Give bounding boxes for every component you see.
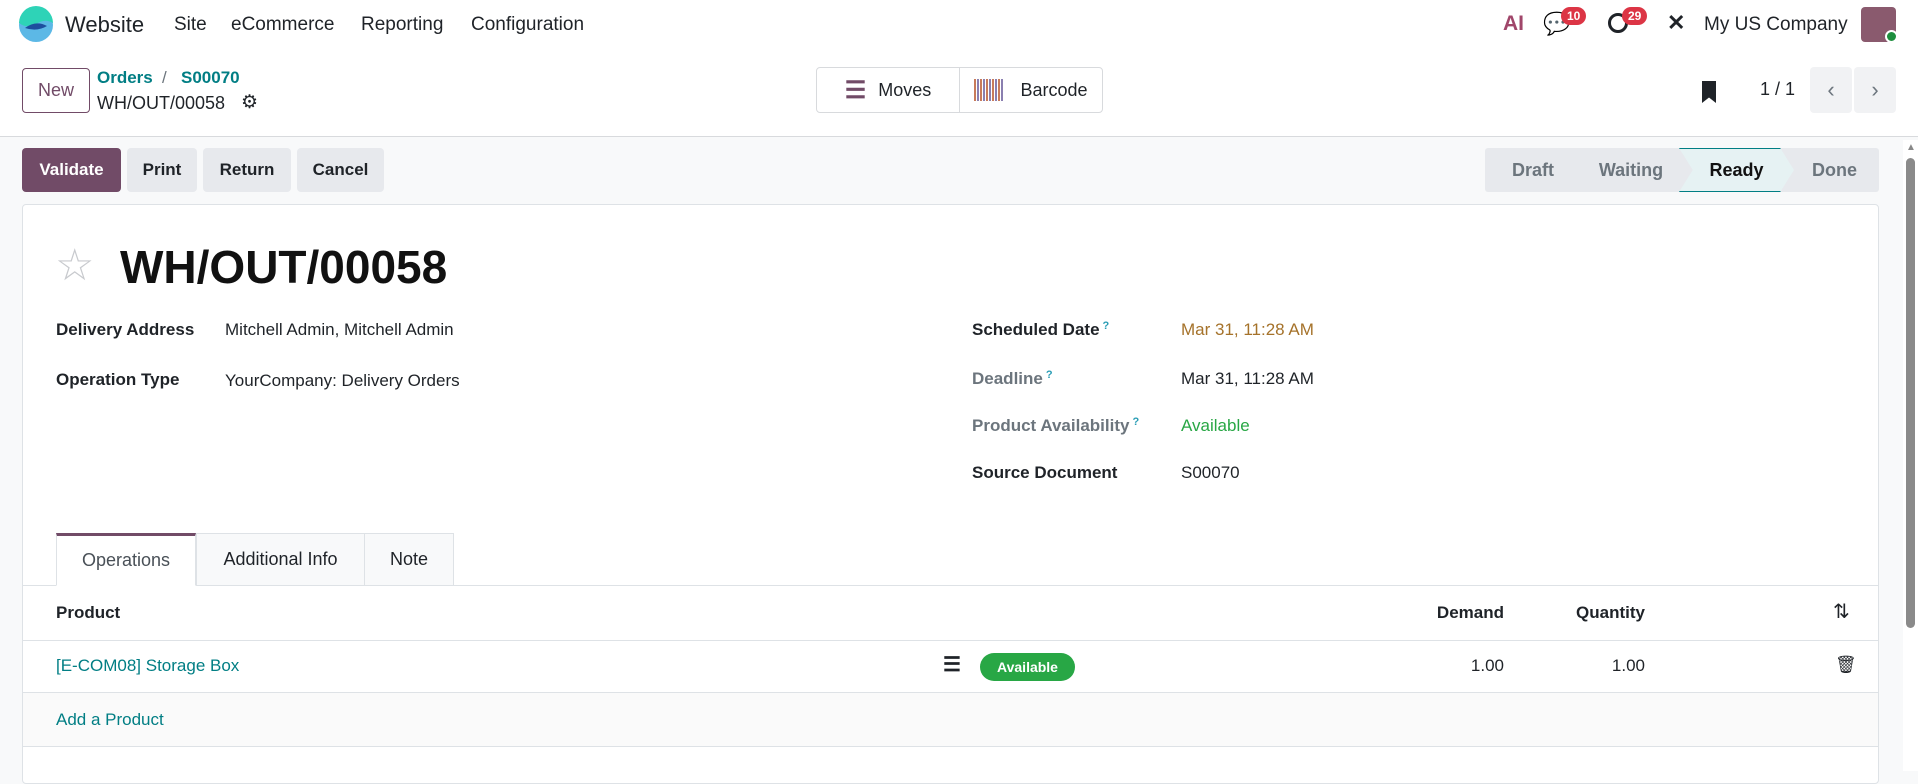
deadline-label: Deadline?	[972, 369, 1053, 389]
bookmark-icon[interactable]	[1702, 81, 1716, 103]
validate-button[interactable]: Validate	[22, 148, 121, 192]
debug-tools-icon[interactable]: ✕	[1667, 10, 1685, 36]
source-document-label: Source Document	[972, 463, 1118, 482]
product-availability-label: Product Availability?	[972, 416, 1139, 436]
control-panel: New Orders / S00070 WH/OUT/00058 ⚙ ☰ Mov…	[0, 51, 1918, 137]
tab-additional-info[interactable]: Additional Info	[196, 533, 365, 586]
product-link[interactable]: [E-COM08] Storage Box	[56, 656, 239, 676]
operation-type-label: Operation Type	[56, 370, 180, 389]
source-document-value[interactable]: S00070	[1181, 463, 1240, 483]
gear-icon[interactable]: ⚙	[241, 91, 258, 114]
pager-value[interactable]: 1 / 1	[1760, 79, 1795, 100]
new-button[interactable]: New	[22, 68, 90, 113]
header-product[interactable]: Product	[56, 603, 120, 623]
menu-reporting[interactable]: Reporting	[361, 14, 443, 36]
activities-badge: 29	[1622, 7, 1648, 25]
delivery-address-label: Delivery Address	[56, 320, 195, 339]
current-record: WH/OUT/00058	[97, 93, 226, 113]
header-demand[interactable]: Demand	[1437, 603, 1504, 623]
availability-badge: Available	[980, 653, 1075, 681]
app-name[interactable]: Website	[65, 12, 144, 38]
pager-previous-button[interactable]: ‹	[1810, 67, 1852, 113]
messages-badge: 10	[1561, 7, 1587, 25]
scheduled-date-label-text: Scheduled Date	[972, 320, 1100, 339]
help-icon[interactable]: ?	[1103, 320, 1110, 332]
scheduled-date-value[interactable]: Mar 31, 11:28 AM	[1181, 320, 1314, 340]
add-product-link[interactable]: Add a Product	[56, 710, 164, 730]
tab-operations[interactable]: Operations	[56, 533, 196, 586]
trash-icon[interactable]: 🗑	[1835, 655, 1857, 675]
status-waiting[interactable]: Waiting	[1581, 148, 1681, 192]
table-row[interactable]: [E-COM08] Storage Box ☰ Available 1.00 1…	[23, 641, 1878, 693]
details-list-icon[interactable]: ☰	[943, 652, 961, 677]
optional-columns-icon[interactable]: ⇅	[1833, 599, 1850, 624]
list-icon: ☰	[844, 76, 867, 104]
product-availability-value: Available	[1181, 416, 1250, 435]
online-status-icon	[1885, 30, 1898, 43]
moves-label: Moves	[878, 79, 932, 100]
cancel-button[interactable]: Cancel	[297, 148, 384, 192]
menu-configuration[interactable]: Configuration	[471, 14, 584, 36]
product-availability-label-text: Product Availability	[972, 416, 1130, 435]
barcode-label: Barcode	[1020, 79, 1088, 100]
help-icon[interactable]: ?	[1132, 416, 1139, 428]
tab-note[interactable]: Note	[364, 533, 454, 586]
status-draft[interactable]: Draft	[1485, 148, 1581, 192]
return-button[interactable]: Return	[203, 148, 291, 192]
status-ready[interactable]: Ready	[1679, 148, 1794, 192]
barcode-icon	[974, 79, 1005, 101]
scrollbar-thumb[interactable]	[1906, 158, 1915, 628]
status-done[interactable]: Done	[1790, 148, 1879, 192]
scheduled-date-label: Scheduled Date?	[972, 320, 1109, 340]
company-switcher[interactable]: My US Company	[1704, 14, 1848, 36]
barcode-button[interactable]: Barcode	[960, 68, 1102, 112]
moves-button[interactable]: ☰ Moves	[817, 68, 960, 112]
website-app-icon[interactable]	[17, 6, 55, 44]
table-header: Product Demand Quantity ⇅	[23, 586, 1878, 641]
breadcrumb-order[interactable]: S00070	[181, 68, 240, 88]
smart-buttons: ☰ Moves Barcode	[816, 67, 1103, 113]
header-quantity[interactable]: Quantity	[1576, 603, 1645, 623]
scroll-up-icon[interactable]: ▲	[1906, 142, 1916, 153]
help-icon[interactable]: ?	[1046, 369, 1053, 381]
record-title: WH/OUT/00058	[120, 241, 448, 293]
top-navbar: Website Site eCommerce Reporting Configu…	[0, 0, 1918, 51]
deadline-value[interactable]: Mar 31, 11:28 AM	[1181, 369, 1314, 389]
deadline-label-text: Deadline	[972, 369, 1043, 388]
pager-next-button[interactable]: ›	[1854, 67, 1896, 113]
menu-ecommerce[interactable]: eCommerce	[231, 14, 334, 36]
breadcrumb-separator: /	[162, 68, 167, 87]
print-button[interactable]: Print	[127, 148, 197, 192]
menu-site[interactable]: Site	[174, 14, 207, 36]
ai-icon[interactable]: AI	[1503, 12, 1524, 36]
demand-value[interactable]: 1.00	[1471, 656, 1504, 676]
scrollbar[interactable]: ▲	[1903, 140, 1918, 771]
quantity-value[interactable]: 1.00	[1612, 656, 1645, 676]
add-product-row: Add a Product	[23, 693, 1878, 747]
breadcrumb-orders[interactable]: Orders	[97, 68, 153, 88]
delivery-address-value[interactable]: Mitchell Admin, Mitchell Admin	[225, 320, 454, 340]
operation-type-value[interactable]: YourCompany: Delivery Orders	[225, 371, 460, 391]
favorite-star-icon[interactable]: ☆	[55, 240, 94, 291]
